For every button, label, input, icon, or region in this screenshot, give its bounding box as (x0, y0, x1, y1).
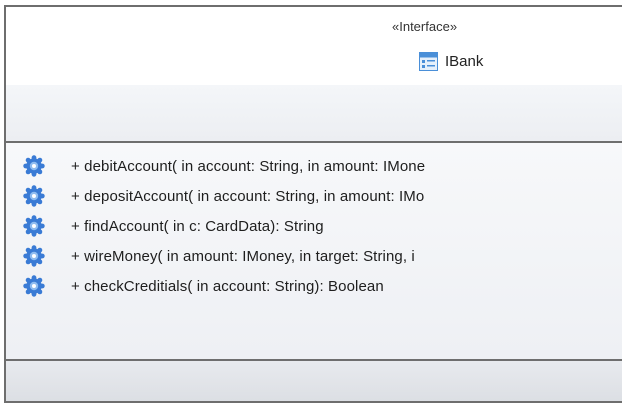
operation-gear-icon (23, 275, 45, 297)
interface-name: IBank (445, 52, 484, 70)
interface-icon (419, 51, 438, 71)
title-row: IBank (419, 50, 483, 72)
operation-row[interactable]: + depositAccount( in account: String, in… (6, 181, 424, 211)
operation-gear-icon (23, 245, 45, 267)
operation-signature: + checkCreditials( in account: String): … (71, 277, 384, 295)
operations-compartment[interactable]: + debitAccount( in account: String, in a… (6, 143, 622, 361)
operation-signature: + wireMoney( in amount: IMoney, in targe… (71, 247, 415, 265)
interface-header: «Interface» IBank (6, 7, 622, 87)
attributes-compartment[interactable] (6, 85, 622, 143)
operation-row[interactable]: + wireMoney( in amount: IMoney, in targe… (6, 241, 415, 271)
operation-signature: + findAccount( in c: CardData): String (71, 217, 324, 235)
operation-row[interactable]: + findAccount( in c: CardData): String (6, 211, 324, 241)
stereotype-label: «Interface» (392, 19, 458, 34)
footer-compartment[interactable] (6, 361, 622, 401)
operation-gear-icon (23, 155, 45, 177)
operation-gear-icon (23, 185, 45, 207)
uml-interface-box[interactable]: «Interface» IBank + debitAccount( in acc… (4, 5, 622, 403)
operation-signature: + debitAccount( in account: String, in a… (71, 157, 426, 175)
operation-row[interactable]: + debitAccount( in account: String, in a… (6, 151, 425, 181)
operation-gear-icon (23, 215, 45, 237)
operation-signature: + depositAccount( in account: String, in… (71, 187, 425, 205)
operation-row[interactable]: + checkCreditials( in account: String): … (6, 271, 384, 301)
